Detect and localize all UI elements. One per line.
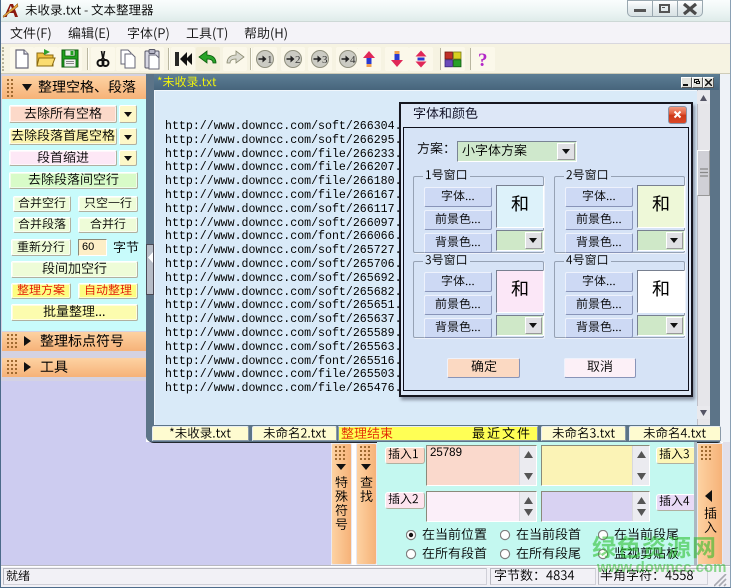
svg-text:4: 4 xyxy=(350,54,356,66)
svg-text:1: 1 xyxy=(267,54,273,66)
svg-text:?: ? xyxy=(478,50,488,71)
svg-text:2: 2 xyxy=(295,54,301,66)
svg-text:3: 3 xyxy=(322,54,328,66)
